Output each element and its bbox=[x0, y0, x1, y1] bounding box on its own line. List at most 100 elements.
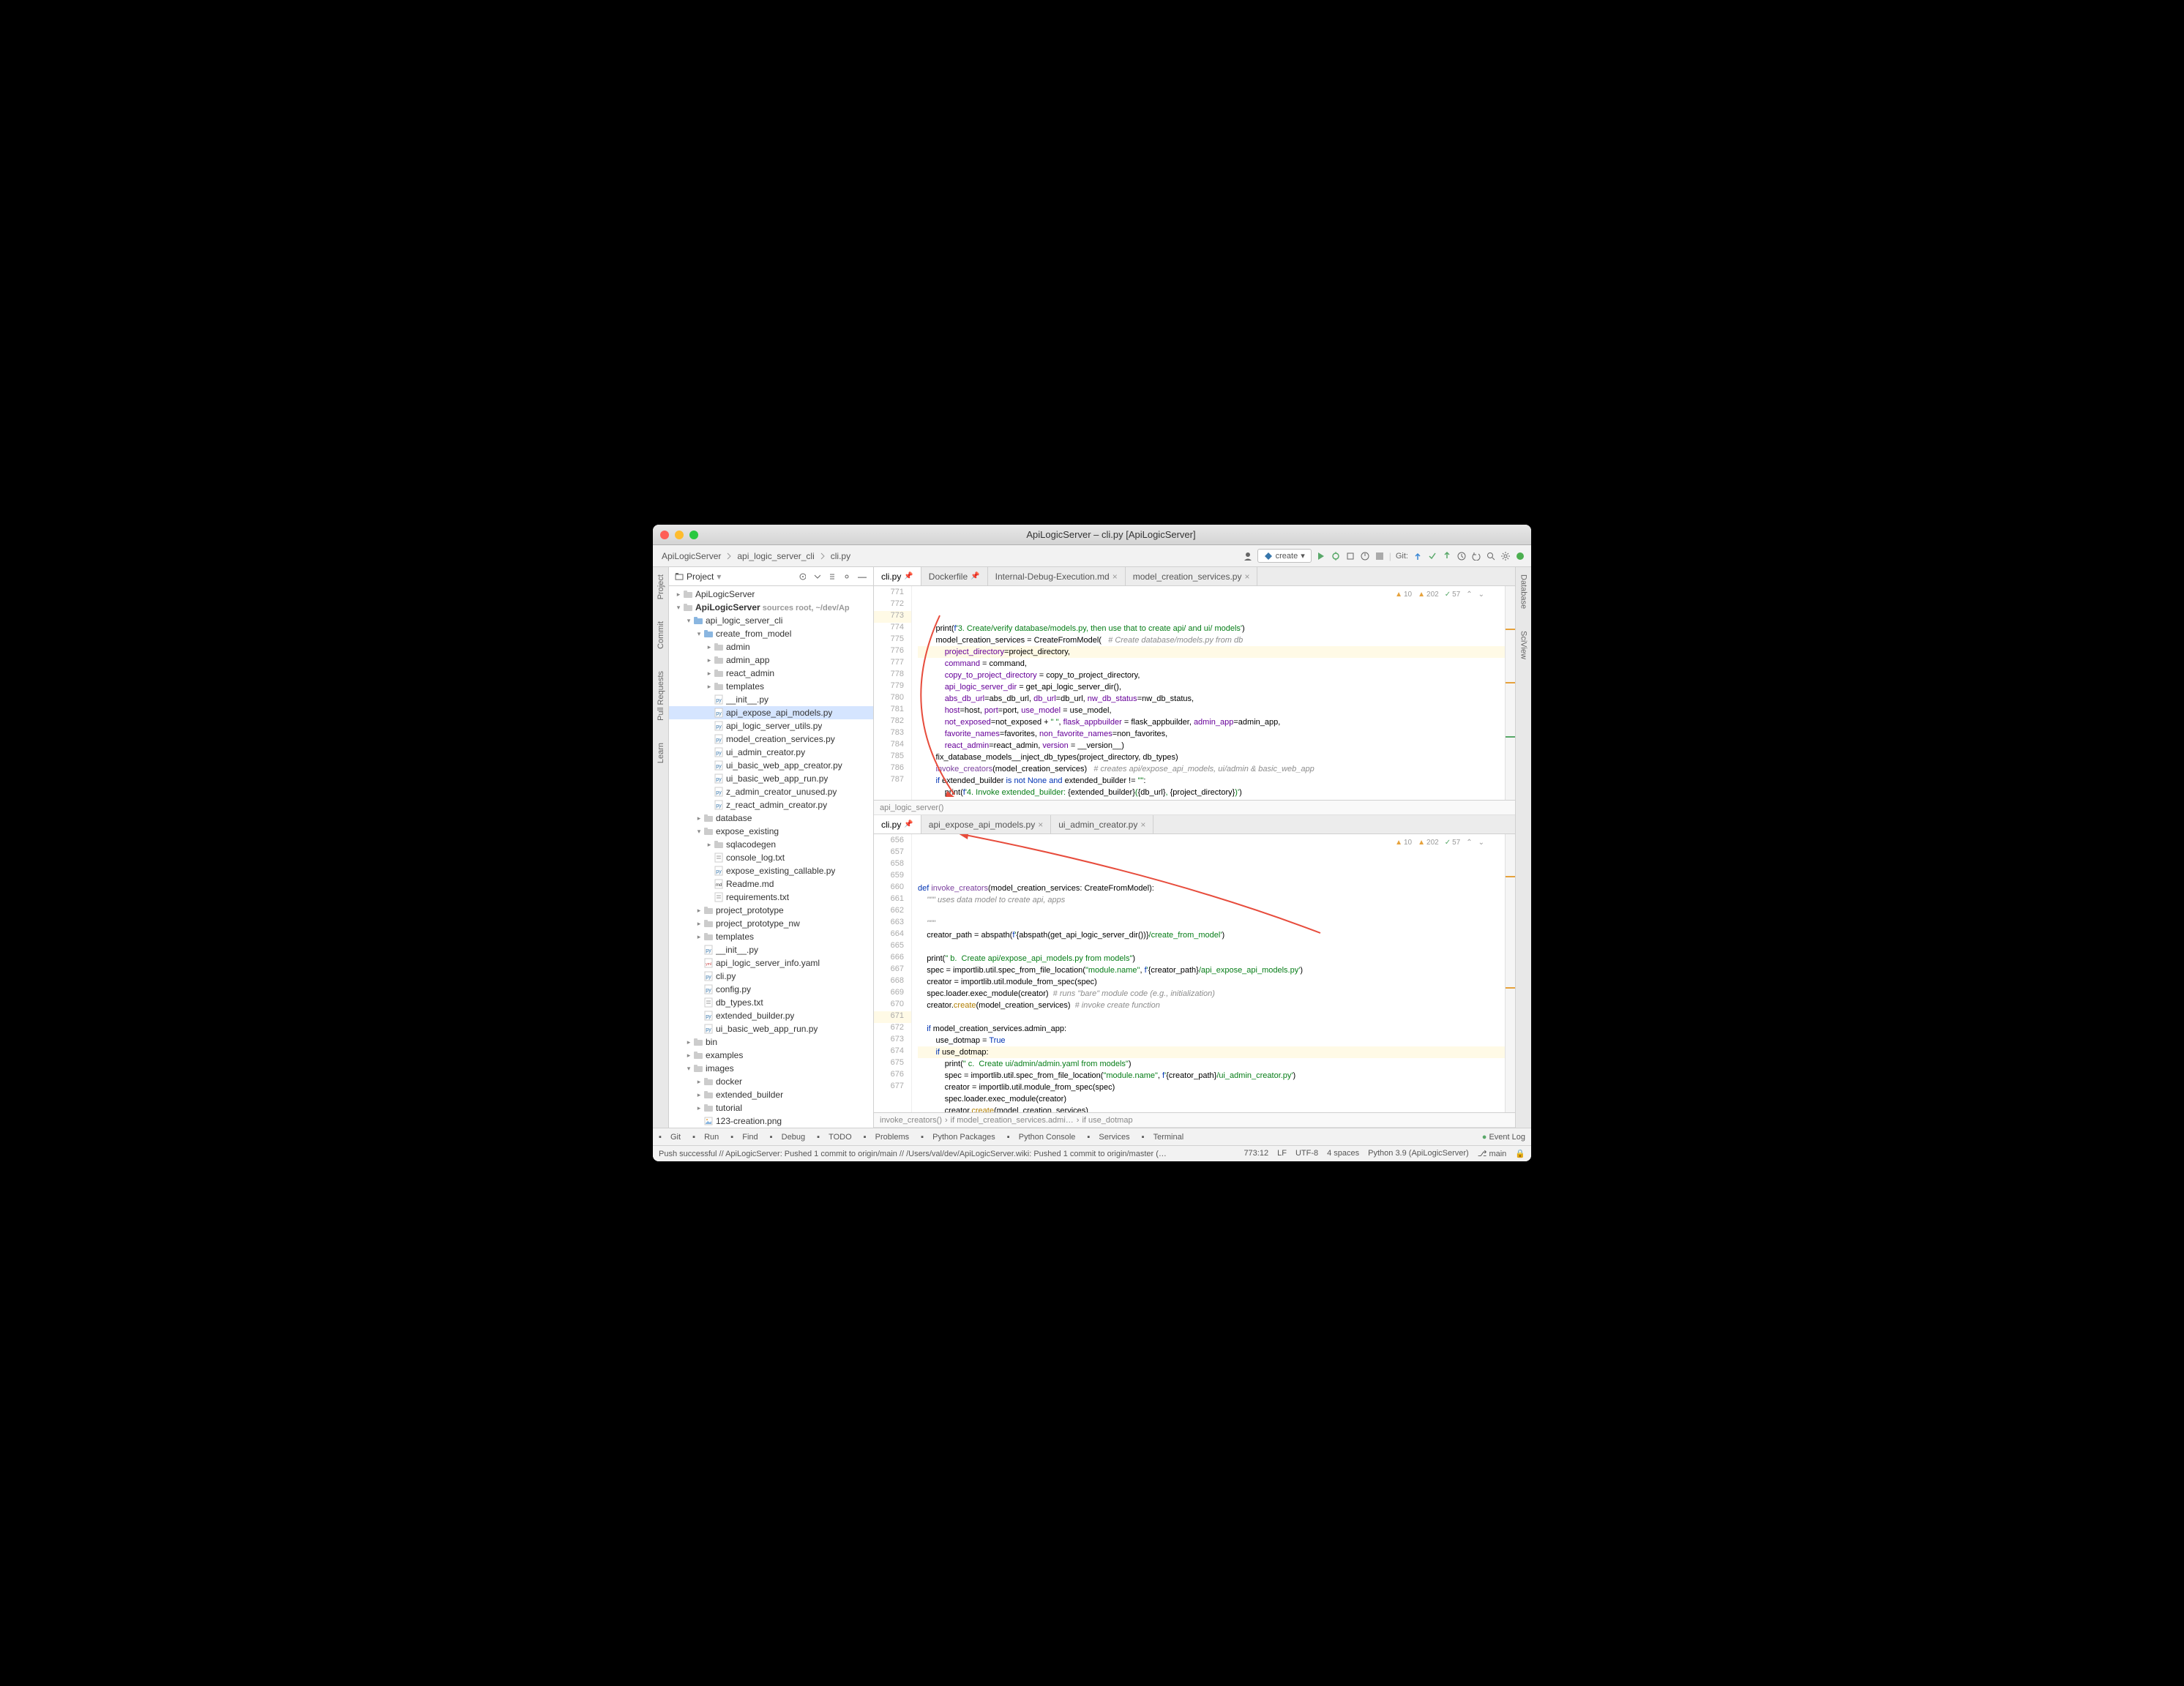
profiler-icon[interactable] bbox=[1360, 551, 1370, 561]
tree-item[interactable]: yml api_logic_server_info.yaml bbox=[669, 956, 873, 970]
sidebar-header[interactable]: Project ▾ — bbox=[669, 567, 873, 586]
tree-item[interactable]: ▾ api_logic_server_cli bbox=[669, 614, 873, 627]
git-update-icon[interactable] bbox=[1413, 551, 1423, 561]
tree-item[interactable]: py ui_basic_web_app_run.py bbox=[669, 1022, 873, 1035]
rail-commit[interactable]: Commit bbox=[657, 621, 665, 649]
maximize-window-button[interactable] bbox=[689, 531, 698, 539]
expand-all-icon[interactable] bbox=[813, 572, 823, 582]
gutter-bottom[interactable]: 6566576586596606616626636646656666676686… bbox=[874, 834, 912, 1112]
tree-item[interactable]: py ui_basic_web_app_run.py bbox=[669, 772, 873, 785]
rail-pull-requests[interactable]: Pull Requests bbox=[657, 671, 665, 721]
tree-item[interactable]: ▸ tutorial bbox=[669, 1101, 873, 1114]
tree-item[interactable]: console_log.txt bbox=[669, 851, 873, 864]
search-icon[interactable] bbox=[1486, 551, 1496, 561]
bottom-tab[interactable]: ▪Problems bbox=[864, 1133, 909, 1142]
tree-item[interactable]: py extended_builder.py bbox=[669, 1009, 873, 1022]
tree-item[interactable]: py api_logic_server_utils.py bbox=[669, 719, 873, 733]
project-tree[interactable]: ▸ ApiLogicServer ▾ ApiLogicServer source… bbox=[669, 586, 873, 1128]
locate-icon[interactable] bbox=[799, 572, 809, 582]
editor-tab[interactable]: cli.py📌 bbox=[874, 567, 921, 585]
breadcrumb-item[interactable]: ApiLogicServer bbox=[659, 550, 724, 563]
tree-item[interactable]: py z_admin_creator_unused.py bbox=[669, 785, 873, 798]
stop-icon[interactable] bbox=[1375, 551, 1385, 561]
lock-icon[interactable]: 🔒 bbox=[1515, 1149, 1525, 1158]
tree-item[interactable]: py cli.py bbox=[669, 970, 873, 983]
tree-item[interactable]: requirements.txt bbox=[669, 891, 873, 904]
tree-item[interactable]: 123-creation.png bbox=[669, 1114, 873, 1128]
gear-icon[interactable] bbox=[842, 572, 853, 582]
editor-tab[interactable]: Internal-Debug-Execution.md× bbox=[988, 567, 1126, 585]
debug-icon[interactable] bbox=[1331, 551, 1341, 561]
tree-item[interactable]: ▸ admin_app bbox=[669, 653, 873, 667]
editor-tab[interactable]: api_expose_api_models.py× bbox=[921, 815, 1051, 833]
minimap-top[interactable] bbox=[1505, 586, 1515, 800]
git-rollback-icon[interactable] bbox=[1471, 551, 1481, 561]
tree-item[interactable]: ▸ project_prototype_nw bbox=[669, 917, 873, 930]
plugin-icon[interactable] bbox=[1515, 551, 1525, 561]
collapse-icon[interactable] bbox=[828, 572, 838, 582]
bottom-tab[interactable]: ▪Python Console bbox=[1007, 1133, 1076, 1142]
breadcrumb[interactable]: ApiLogicServer api_logic_server_cli cli.… bbox=[659, 550, 853, 563]
editor-tab[interactable]: ui_admin_creator.py× bbox=[1051, 815, 1153, 833]
tree-item[interactable]: py expose_existing_callable.py bbox=[669, 864, 873, 877]
status-position[interactable]: 773:12 bbox=[1244, 1149, 1268, 1158]
user-icon[interactable] bbox=[1243, 551, 1253, 561]
git-history-icon[interactable] bbox=[1456, 551, 1467, 561]
run-config-selector[interactable]: create ▾ bbox=[1257, 549, 1312, 563]
bottom-tab[interactable]: ▪Debug bbox=[770, 1133, 805, 1142]
editor-tab[interactable]: Dockerfile📌 bbox=[921, 567, 988, 585]
editor-tab[interactable]: cli.py📌 bbox=[874, 815, 921, 833]
tree-item[interactable]: py config.py bbox=[669, 983, 873, 996]
tree-item[interactable]: ▾ ApiLogicServer sources root, ~/dev/Ap bbox=[669, 601, 873, 614]
editor-warnings-bottom[interactable]: ▲10 ▲202 ✓57 ⌃⌄ bbox=[1395, 837, 1484, 849]
rail-database[interactable]: Database bbox=[1519, 574, 1528, 609]
status-encoding[interactable]: UTF-8 bbox=[1295, 1149, 1318, 1158]
editor-breadcrumb-bottom[interactable]: invoke_creators() › if model_creation_se… bbox=[874, 1113, 1515, 1128]
close-window-button[interactable] bbox=[660, 531, 669, 539]
tree-item[interactable]: ▾ images bbox=[669, 1062, 873, 1075]
tree-item[interactable]: ▸ project_prototype bbox=[669, 904, 873, 917]
tree-item[interactable]: db_types.txt bbox=[669, 996, 873, 1009]
hide-icon[interactable]: — bbox=[857, 572, 867, 582]
code-bottom[interactable]: ▲10 ▲202 ✓57 ⌃⌄ def invoke_creators(mode… bbox=[912, 834, 1505, 1112]
gutter-top[interactable]: 7717727737747757767777787797807817827837… bbox=[874, 586, 912, 800]
tree-item[interactable]: ▸ examples bbox=[669, 1049, 873, 1062]
tree-item[interactable]: ▸ docker bbox=[669, 1075, 873, 1088]
tree-item[interactable]: ▾ expose_existing bbox=[669, 825, 873, 838]
tree-item[interactable]: ▸ templates bbox=[669, 930, 873, 943]
settings-icon[interactable] bbox=[1500, 551, 1511, 561]
tree-item[interactable]: py __init__.py bbox=[669, 943, 873, 956]
tree-item[interactable]: ▸ ApiLogicServer bbox=[669, 588, 873, 601]
breadcrumb-item[interactable]: api_logic_server_cli bbox=[734, 550, 817, 563]
tree-item[interactable]: py z_react_admin_creator.py bbox=[669, 798, 873, 812]
status-python[interactable]: Python 3.9 (ApiLogicServer) bbox=[1368, 1149, 1469, 1158]
rail-learn[interactable]: Learn bbox=[657, 743, 665, 763]
status-indent[interactable]: 4 spaces bbox=[1327, 1149, 1359, 1158]
bottom-tab[interactable]: ▪Terminal bbox=[1142, 1133, 1184, 1142]
bottom-tab[interactable]: ▪Python Packages bbox=[921, 1133, 995, 1142]
tree-item[interactable]: ▸ admin bbox=[669, 640, 873, 653]
bottom-tab[interactable]: ▪Git bbox=[659, 1133, 681, 1142]
editor-tab[interactable]: model_creation_services.py× bbox=[1126, 567, 1258, 585]
git-push-icon[interactable] bbox=[1442, 551, 1452, 561]
tree-item[interactable]: py model_creation_services.py bbox=[669, 733, 873, 746]
tree-item[interactable]: py __init__.py bbox=[669, 693, 873, 706]
minimap-bottom[interactable] bbox=[1505, 834, 1515, 1112]
minimize-window-button[interactable] bbox=[675, 531, 684, 539]
tree-item[interactable]: py ui_basic_web_app_creator.py bbox=[669, 759, 873, 772]
status-branch[interactable]: ⎇ main bbox=[1478, 1149, 1507, 1158]
run-icon[interactable] bbox=[1316, 551, 1326, 561]
bottom-tab[interactable]: ▪Find bbox=[730, 1133, 758, 1142]
breadcrumb-item[interactable]: cli.py bbox=[828, 550, 853, 563]
rail-sciview[interactable]: SciView bbox=[1519, 631, 1528, 659]
tree-item[interactable]: ▸ react_admin bbox=[669, 667, 873, 680]
status-line-ending[interactable]: LF bbox=[1277, 1149, 1287, 1158]
bottom-tab[interactable]: ▪Services bbox=[1087, 1133, 1129, 1142]
tree-item[interactable]: ▸ database bbox=[669, 812, 873, 825]
code-top[interactable]: ▲10 ▲202 ✓57 ⌃⌄ print(f'3. Create/verify… bbox=[912, 586, 1505, 800]
tree-item[interactable]: ▸ extended_builder bbox=[669, 1088, 873, 1101]
tree-item[interactable]: md Readme.md bbox=[669, 877, 873, 891]
coverage-icon[interactable] bbox=[1345, 551, 1355, 561]
event-log[interactable]: ● Event Log bbox=[1482, 1133, 1525, 1142]
bottom-tab[interactable]: ▪Run bbox=[692, 1133, 719, 1142]
